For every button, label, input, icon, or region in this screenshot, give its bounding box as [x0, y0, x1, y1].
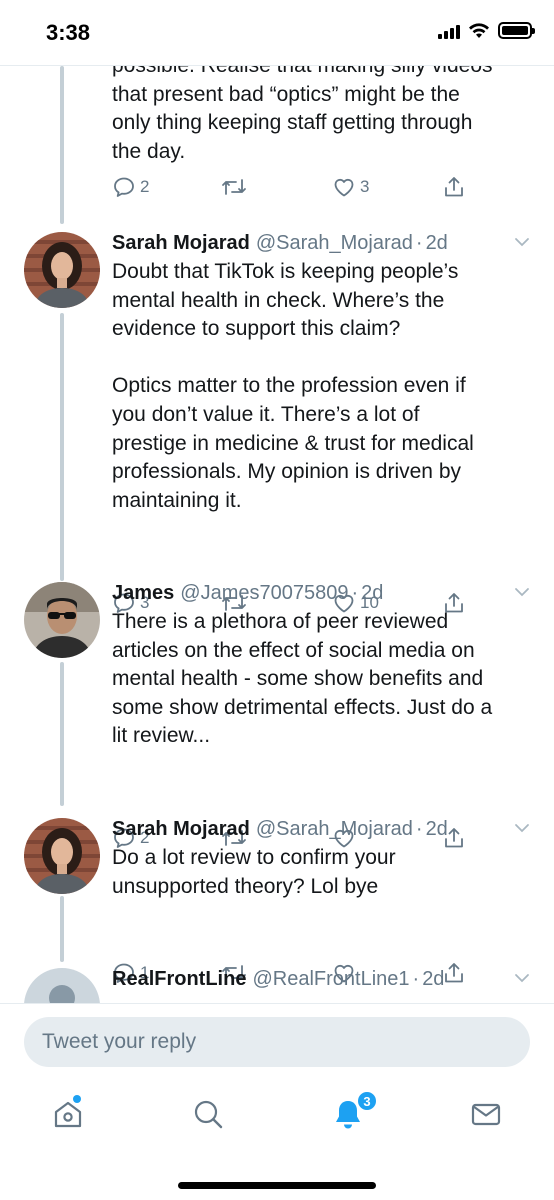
reply-composer — [0, 1003, 554, 1078]
tab-search[interactable] — [178, 1092, 238, 1136]
retweet-icon — [222, 179, 246, 195]
thread-connector — [60, 66, 64, 224]
chevron-down-icon[interactable] — [512, 582, 532, 602]
thread-connector — [60, 662, 64, 806]
avatar[interactable] — [24, 582, 100, 658]
wifi-icon — [469, 23, 489, 38]
tweet-text: possible. Realise that making silly vide… — [112, 66, 493, 163]
retweet-button[interactable] — [220, 175, 252, 199]
tweet-text: Doubt that TikTok is keeping people’s me… — [112, 260, 474, 512]
chevron-down-icon[interactable] — [512, 968, 532, 988]
new-content-dot — [73, 1095, 81, 1103]
reply-thread-feed[interactable]: possible. Realise that making silly vide… — [0, 66, 554, 1003]
display-name[interactable]: Sarah Mojarad — [112, 230, 250, 256]
user-handle[interactable]: @Sarah_Mojarad — [256, 816, 413, 842]
tweet-text: Do a lot review to confirm your unsuppor… — [112, 846, 396, 898]
tweet-header: Sarah Mojarad @Sarah_Mojarad · 2d — [112, 816, 534, 842]
display-name[interactable]: James — [112, 580, 174, 606]
like-count: 3 — [360, 177, 370, 196]
tweet-actions: 2 3 — [112, 175, 492, 201]
status-time: 3:38 — [46, 20, 91, 45]
tweet-time: 2d — [422, 968, 445, 990]
avatar[interactable] — [24, 818, 100, 894]
separator-dot: · — [412, 968, 420, 990]
share-button[interactable] — [442, 175, 466, 199]
separator-dot: · — [351, 582, 359, 604]
user-handle[interactable]: @RealFrontLine1 — [252, 966, 409, 992]
like-button[interactable]: 3 — [332, 175, 369, 199]
home-indicator[interactable] — [178, 1182, 376, 1189]
status-bar: 3:38 — [0, 0, 554, 66]
tab-messages[interactable] — [456, 1092, 516, 1136]
tweet-header: RealFrontLine @RealFrontLine1 · 2d — [112, 966, 534, 992]
reply-count: 2 — [140, 177, 150, 196]
share-icon — [445, 177, 463, 197]
status-icons — [438, 22, 535, 39]
tweet-header: James @James70075809 · 2d — [112, 580, 534, 606]
tweet-text: There is a plethora of peer reviewed art… — [112, 610, 493, 748]
user-handle[interactable]: @James70075809 — [180, 580, 348, 606]
notification-badge: 3 — [356, 1090, 378, 1112]
avatar[interactable] — [24, 968, 100, 1003]
tweet-time: 2d — [425, 818, 448, 840]
avatar[interactable] — [24, 232, 100, 308]
tweet-time: 2d — [425, 232, 448, 254]
display-name[interactable]: Sarah Mojarad — [112, 816, 250, 842]
tab-notifications[interactable]: 3 — [318, 1090, 378, 1136]
thread-connector — [60, 896, 64, 962]
messages-envelope-icon — [471, 1103, 501, 1126]
tweet-header: Sarah Mojarad @Sarah_Mojarad · 2d — [112, 230, 534, 256]
chevron-down-icon[interactable] — [512, 818, 532, 838]
separator-dot: · — [415, 818, 423, 840]
tweet-time: 2d — [361, 582, 384, 604]
thread-connector — [60, 313, 64, 581]
display-name[interactable]: RealFrontLine — [112, 966, 246, 992]
battery-icon — [498, 22, 535, 39]
tab-home[interactable] — [38, 1092, 98, 1136]
cellular-signal-icon — [438, 23, 460, 39]
tweet-reply-input[interactable] — [24, 1017, 530, 1067]
reply-button[interactable]: 2 — [112, 175, 149, 199]
heart-icon — [334, 178, 354, 197]
user-handle[interactable]: @Sarah_Mojarad — [256, 230, 413, 256]
separator-dot: · — [415, 232, 423, 254]
search-icon — [194, 1100, 223, 1129]
home-icon — [54, 1101, 82, 1128]
reply-icon — [114, 177, 134, 197]
chevron-down-icon[interactable] — [512, 232, 532, 252]
